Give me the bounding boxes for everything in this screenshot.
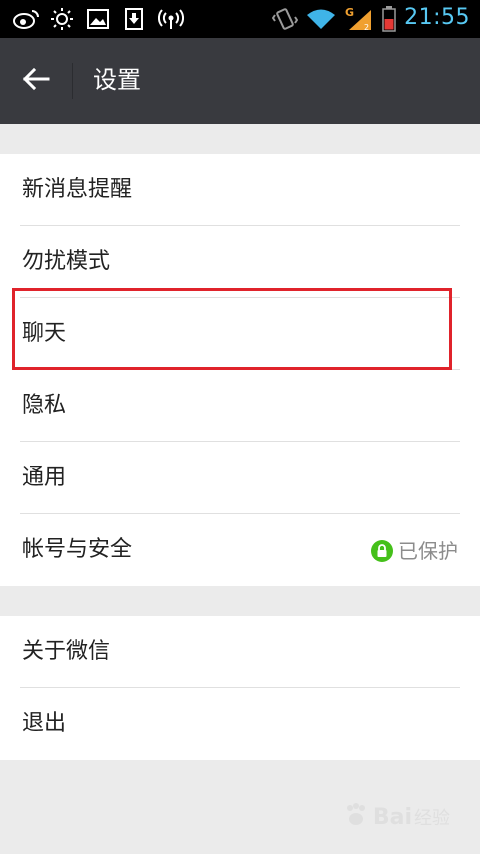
download-icon bbox=[124, 8, 144, 30]
settings-item-label: 新消息提醒 bbox=[22, 177, 133, 202]
settings-item-label: 关于微信 bbox=[22, 639, 111, 664]
protection-status-text: 已保护 bbox=[398, 539, 458, 563]
wifi-icon bbox=[306, 8, 336, 30]
settings-group-main: 新消息提醒 勿扰模式 聊天 隐私 通用 帐号与安全 已保护 bbox=[0, 154, 480, 586]
settings-item-general[interactable]: 通用 bbox=[0, 442, 480, 514]
settings-item-new-message-alerts[interactable]: 新消息提醒 bbox=[0, 154, 480, 226]
baidu-watermark: Bai 经验 bbox=[343, 802, 450, 832]
watermark-text: Bai bbox=[372, 804, 412, 830]
watermark-subtext: 经验 bbox=[414, 808, 450, 829]
nav-divider bbox=[72, 63, 73, 99]
arrow-left-icon bbox=[22, 67, 50, 95]
status-time: 21:55 bbox=[404, 5, 470, 30]
settings-item-label: 聊天 bbox=[22, 321, 67, 346]
signal-icon: G 2 bbox=[345, 5, 375, 31]
weibo-icon bbox=[12, 8, 40, 30]
settings-item-log-out[interactable]: 退出 bbox=[0, 688, 480, 760]
settings-item-do-not-disturb[interactable]: 勿扰模式 bbox=[0, 226, 480, 298]
nav-bar: 设置 bbox=[0, 38, 480, 124]
image-icon bbox=[87, 8, 109, 30]
settings-item-chat[interactable]: 聊天 bbox=[0, 298, 480, 370]
settings-item-about-wechat[interactable]: 关于微信 bbox=[0, 616, 480, 688]
settings-item-label: 帐号与安全 bbox=[22, 537, 133, 562]
vibrate-icon bbox=[272, 8, 298, 30]
brightness-icon bbox=[50, 8, 74, 30]
settings-item-label: 勿扰模式 bbox=[22, 249, 111, 274]
settings-item-label: 隐私 bbox=[22, 393, 67, 418]
settings-group-other: 关于微信 退出 bbox=[0, 616, 480, 760]
paw-icon bbox=[343, 802, 369, 832]
settings-item-label: 通用 bbox=[22, 465, 67, 490]
back-button[interactable] bbox=[12, 58, 60, 104]
hotspot-icon bbox=[158, 8, 184, 30]
status-bar: G 2 21:55 bbox=[0, 0, 480, 38]
protection-status: 已保护 bbox=[371, 538, 458, 564]
lock-icon bbox=[371, 540, 393, 562]
svg-text:G: G bbox=[345, 6, 354, 19]
battery-icon bbox=[382, 6, 396, 32]
svg-text:2: 2 bbox=[364, 23, 369, 31]
page-title: 设置 bbox=[93, 66, 141, 94]
settings-item-label: 退出 bbox=[22, 711, 67, 736]
settings-item-account-security[interactable]: 帐号与安全 已保护 bbox=[0, 514, 480, 586]
settings-item-privacy[interactable]: 隐私 bbox=[0, 370, 480, 442]
